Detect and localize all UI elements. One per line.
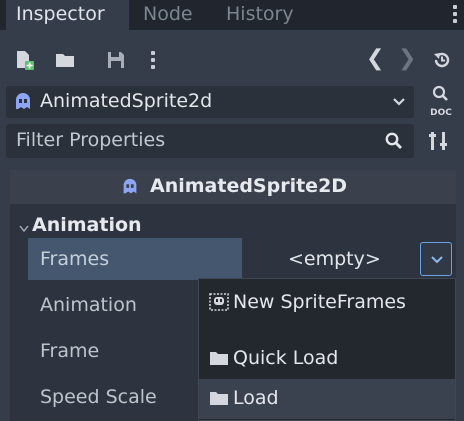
menu-item-label: Quick Load (233, 347, 339, 369)
frames-dropdown-button[interactable] (420, 242, 452, 276)
forward-arrow-icon[interactable]: ❯ (398, 46, 416, 72)
frame-label: Frame (40, 340, 100, 362)
chevron-down-icon (431, 256, 443, 264)
back-arrow-icon[interactable]: ❮ (366, 46, 384, 72)
open-documentation-icon[interactable]: DOC (424, 84, 458, 120)
object-header: AnimatedSprite2D (10, 170, 456, 204)
collapse-arrow-icon[interactable] (18, 220, 30, 233)
inspector-toolbar: ❮ ❯ (0, 42, 464, 78)
property-tools-icon[interactable] (428, 130, 450, 152)
save-icon[interactable] (106, 50, 126, 70)
speed-scale-label: Speed Scale (40, 386, 157, 408)
search-icon (384, 131, 404, 151)
more-menu-icon[interactable] (149, 48, 157, 72)
filter-properties-field[interactable]: Filter Properties (6, 124, 414, 158)
svg-text:DOC: DOC (430, 108, 452, 118)
tab-node[interactable]: Node (135, 0, 193, 30)
folder-icon (209, 389, 229, 407)
menu-item-quick-load[interactable]: Quick Load (199, 339, 455, 379)
frames-popup-menu: New SpriteFrames Quick Load Load (198, 278, 456, 421)
menu-item-label: New SpriteFrames (233, 291, 406, 313)
selected-object-label: AnimatedSprite2d (40, 90, 213, 112)
object-header-title: AnimatedSprite2D (150, 175, 348, 197)
animated-sprite-node-icon (120, 177, 140, 197)
spriteframes-icon (209, 293, 229, 311)
frames-label: Frames (40, 248, 110, 270)
dock-options-icon[interactable] (452, 2, 458, 26)
section-animation[interactable]: Animation (32, 214, 142, 236)
filter-input[interactable]: Filter Properties (16, 129, 165, 151)
dock-tab-bar: Inspector Node History (0, 0, 464, 30)
tab-inspector[interactable]: Inspector (6, 0, 129, 30)
menu-item-new-spriteframes[interactable]: New SpriteFrames (199, 283, 455, 323)
animation-label: Animation (40, 294, 137, 316)
object-selector[interactable]: AnimatedSprite2d (6, 86, 414, 118)
tab-history[interactable]: History (218, 0, 294, 30)
frames-value[interactable]: <empty> (288, 248, 381, 270)
menu-item-label: Load (233, 387, 279, 409)
load-folder-icon[interactable] (54, 50, 74, 70)
menu-item-load[interactable]: Load (199, 379, 455, 419)
animated-sprite-node-icon (12, 91, 34, 113)
folder-icon (209, 349, 229, 367)
chevron-down-icon (390, 92, 408, 110)
history-icon[interactable] (432, 50, 452, 70)
new-resource-icon[interactable] (14, 50, 34, 70)
